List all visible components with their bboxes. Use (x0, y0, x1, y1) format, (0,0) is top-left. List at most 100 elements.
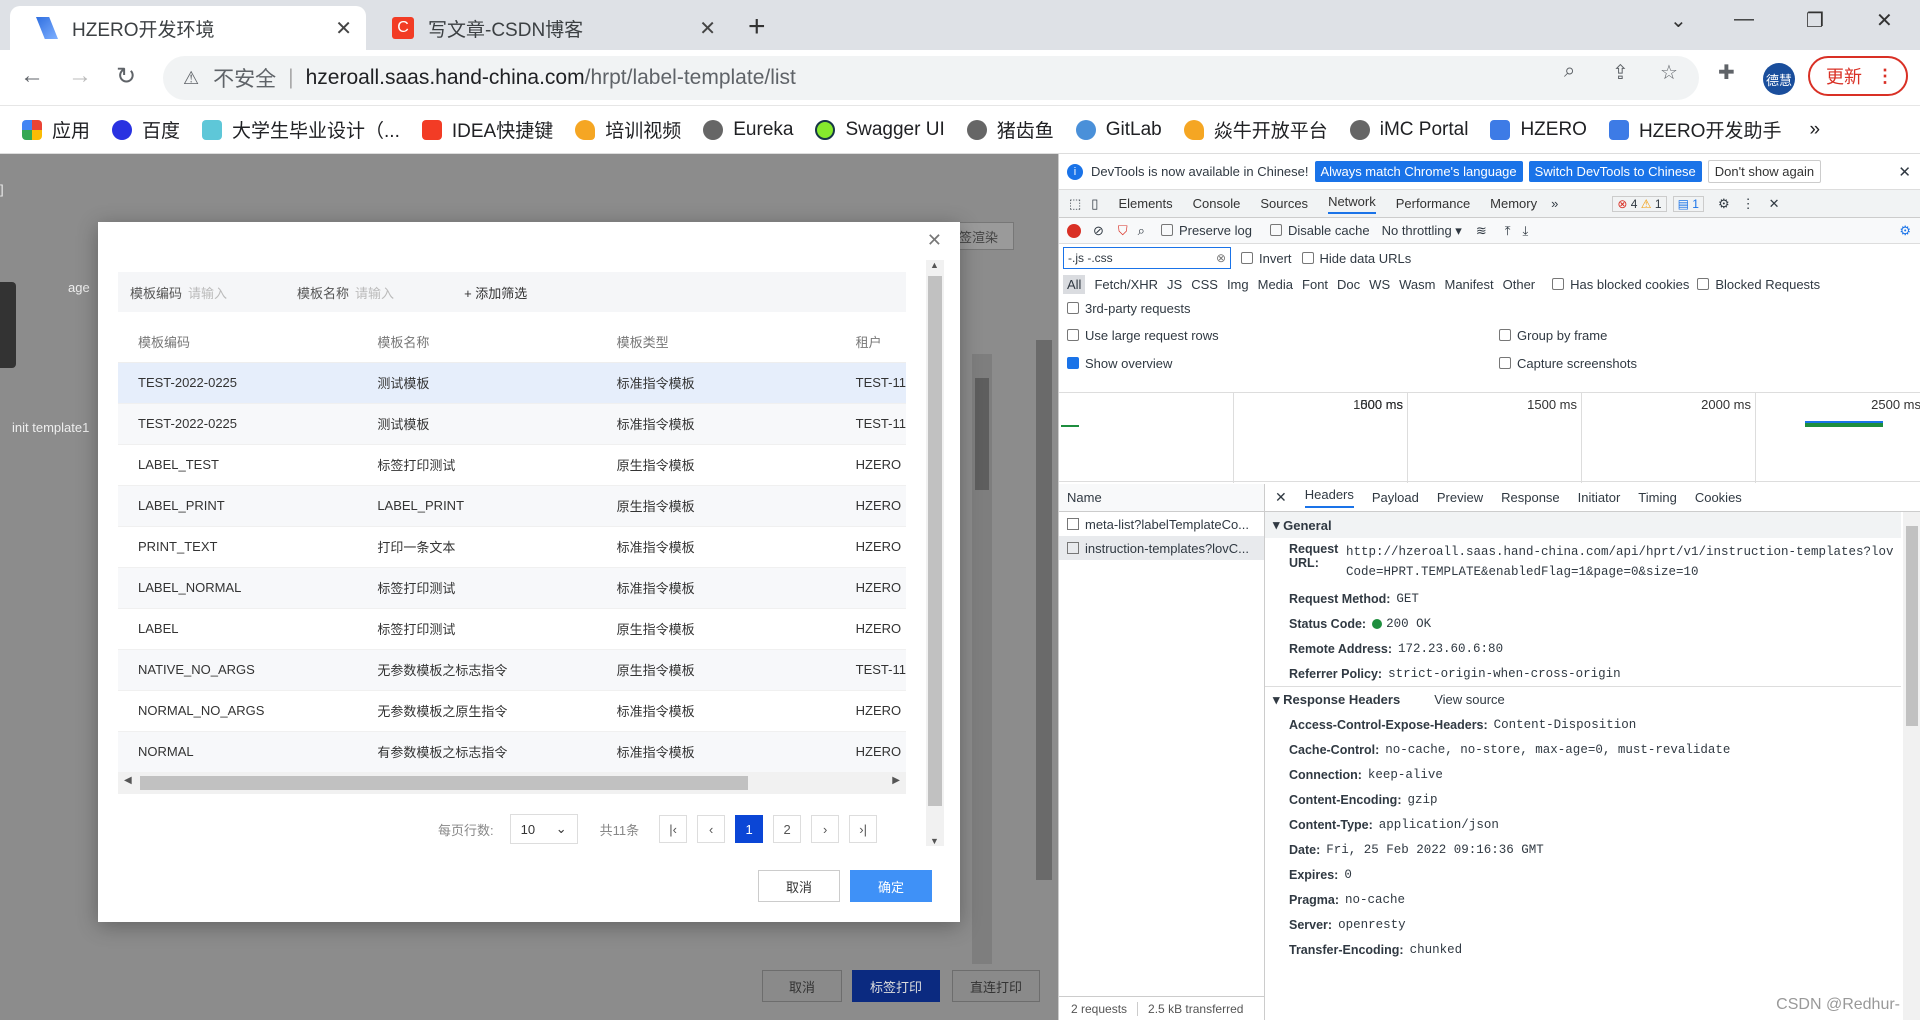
tab-response[interactable]: Response (1501, 490, 1560, 505)
tab-network[interactable]: Network (1328, 194, 1376, 214)
issues-counter[interactable]: ⊗ 4 ⚠ 1 (1612, 195, 1667, 212)
close-window-icon[interactable]: ✕ (1876, 8, 1893, 33)
type-filter-ws[interactable]: WS (1369, 277, 1390, 292)
share-icon[interactable]: ⇪ (1612, 60, 1629, 85)
type-filter-font[interactable]: Font (1302, 277, 1328, 292)
type-filter-manifest[interactable]: Manifest (1444, 277, 1493, 292)
request-row[interactable]: meta-list?labelTemplateCo... (1059, 512, 1264, 536)
type-filter-other[interactable]: Other (1503, 277, 1536, 292)
table-row[interactable]: LABEL 标签打印测试 原生指令模板 HZERO (118, 608, 906, 650)
type-filter-img[interactable]: Img (1227, 277, 1249, 292)
disable-cache-checkbox[interactable]: Disable cache (1269, 223, 1370, 238)
outer-scrollbar[interactable] (1036, 340, 1052, 880)
bookmark-eureka[interactable]: Eureka (703, 119, 793, 141)
bookmark-choerodon[interactable]: 猪齿鱼 (966, 116, 1054, 143)
label-print-button[interactable]: 标签打印 (852, 970, 940, 1002)
bookmark-hzero-helper[interactable]: HZERO开发助手 (1608, 116, 1781, 143)
capture-screenshots-checkbox[interactable]: Capture screenshots (1499, 356, 1637, 371)
scroll-down-icon[interactable]: ▼ (930, 836, 939, 846)
tab-hzero[interactable]: HZERO开发环境 ✕ (10, 6, 366, 50)
bookmark-apps[interactable]: 应用 (22, 116, 90, 143)
general-section-header[interactable]: ▾ General (1265, 512, 1901, 538)
switch-chinese-button[interactable]: Switch DevTools to Chinese (1528, 161, 1702, 182)
network-filter-input[interactable]: -.js -.css ⊗ (1063, 247, 1231, 269)
bookmark-imc[interactable]: iMC Portal (1349, 119, 1468, 141)
update-button[interactable]: 更新 ⋮ (1808, 56, 1908, 96)
tab-payload[interactable]: Payload (1372, 490, 1419, 505)
clear-filter-icon[interactable]: ⊗ (1216, 251, 1226, 265)
page-1-button[interactable]: 1 (735, 815, 764, 843)
type-filter-wasm[interactable]: Wasm (1399, 277, 1435, 292)
modal-v-scrollbar[interactable]: ▲ ▼ (926, 260, 944, 846)
record-icon[interactable] (1067, 223, 1081, 238)
blocked-cookies-checkbox[interactable]: Has blocked cookies (1552, 277, 1689, 292)
table-row[interactable]: PRINT_TEXT 打印一条文本 标准指令模板 HZERO (118, 526, 906, 568)
match-language-button[interactable]: Always match Chrome's language (1314, 161, 1523, 182)
kebab-menu-icon[interactable]: ⋮ (1742, 196, 1755, 212)
type-filter-css[interactable]: CSS (1191, 277, 1218, 292)
bookmark-hzero[interactable]: HZERO (1490, 119, 1587, 141)
tab-csdn[interactable]: C 写文章-CSDN博客 ✕ (366, 6, 730, 50)
view-source-link[interactable]: View source (1434, 692, 1505, 707)
v-scrollbar-thumb[interactable] (928, 276, 942, 806)
profile-avatar[interactable]: 德慧 (1763, 63, 1795, 95)
hide-data-urls-checkbox[interactable]: Hide data URLs (1301, 251, 1411, 266)
page-cancel-button[interactable]: 取消 (762, 970, 842, 1002)
close-tab-icon[interactable]: ✕ (699, 16, 716, 41)
bookmark-swagger[interactable]: Swagger UI (815, 119, 945, 141)
group-frame-checkbox[interactable]: Group by frame (1499, 328, 1607, 343)
name-column-header[interactable]: Name (1059, 484, 1264, 512)
close-devtools-icon[interactable]: ✕ (1769, 196, 1780, 212)
inspect-icon[interactable]: ⬚ (1069, 196, 1081, 212)
type-filter-doc[interactable]: Doc (1337, 277, 1360, 292)
network-overview[interactable]: 500 ms 500 ms 1000 ms 1500 ms 2000 ms 25… (1059, 392, 1920, 483)
close-modal-icon[interactable]: ✕ (927, 230, 942, 251)
scroll-left-icon[interactable]: ◀ (124, 775, 132, 786)
scroll-right-icon[interactable]: ▶ (892, 775, 900, 786)
invert-checkbox[interactable]: Invert (1241, 251, 1292, 266)
type-filter-all[interactable]: All (1063, 274, 1086, 294)
close-details-icon[interactable]: ✕ (1275, 489, 1287, 506)
reload-icon[interactable]: ↻ (116, 62, 136, 91)
first-page-icon[interactable]: |‹ (659, 815, 688, 843)
more-tabs-icon[interactable]: » (1551, 196, 1558, 211)
table-row[interactable]: TEST-2022-0225 测试模板 标准指令模板 TEST-11 (118, 403, 906, 445)
third-party-checkbox[interactable]: 3rd-party requests (1059, 296, 1920, 320)
page-scrollbar[interactable] (972, 354, 992, 964)
dont-show-button[interactable]: Don't show again (1707, 160, 1822, 183)
bookmark-idea[interactable]: IDEA快捷键 (421, 116, 553, 143)
blocked-requests-checkbox[interactable]: Blocked Requests (1697, 277, 1820, 292)
network-settings-icon[interactable]: ⚙ (1899, 223, 1911, 239)
settings-gear-icon[interactable]: ⚙ (1718, 196, 1730, 212)
tab-sources[interactable]: Sources (1260, 196, 1308, 211)
bookmark-star-icon[interactable]: ☆ (1660, 60, 1678, 85)
search-icon[interactable]: ⌕ (1138, 223, 1145, 239)
show-overview-checkbox[interactable]: Show overview (1067, 356, 1172, 371)
tab-initiator[interactable]: Initiator (1578, 490, 1621, 505)
tab-console[interactable]: Console (1193, 196, 1241, 211)
back-icon[interactable]: ← (20, 62, 44, 90)
zoom-icon[interactable]: ⌕ (1564, 60, 1575, 83)
response-section-header[interactable]: ▾ Response Headers View source (1265, 686, 1901, 712)
request-row-selected[interactable]: instruction-templates?lovC... (1059, 536, 1264, 560)
table-row[interactable]: LABEL_NORMAL 标签打印测试 标准指令模板 HZERO (118, 567, 906, 609)
address-bar[interactable]: ⚠ 不安全 | hzeroall.saas.hand-china.com/hrp… (163, 56, 1699, 100)
table-h-scrollbar[interactable]: ◀ ▶ (118, 772, 906, 794)
bookmark-training[interactable]: 培训视频 (575, 116, 681, 143)
bookmark-graduation[interactable]: 大学生毕业设计（... (202, 116, 400, 143)
modal-ok-button[interactable]: 确定 (850, 870, 932, 902)
tab-preview[interactable]: Preview (1437, 490, 1483, 505)
minimize-icon[interactable]: — (1734, 8, 1754, 31)
close-infobar-icon[interactable]: ✕ (1898, 163, 1911, 181)
next-page-icon[interactable]: › (811, 815, 840, 843)
column-header[interactable]: 模板类型 (596, 322, 836, 363)
details-scrollbar-thumb[interactable] (1906, 526, 1918, 726)
clear-icon[interactable]: ⊘ (1093, 223, 1104, 239)
table-row[interactable]: LABEL_PRINT LABEL_PRINT 原生指令模板 HZERO (118, 485, 906, 527)
more-bookmarks-icon[interactable]: » (1809, 119, 1820, 141)
table-row[interactable]: NORMAL_NO_ARGS 无参数模板之原生指令 标准指令模板 HZERO (118, 690, 906, 732)
preserve-log-checkbox[interactable]: Preserve log (1160, 223, 1252, 238)
column-header[interactable]: 模板名称 (357, 322, 597, 363)
table-row[interactable]: NORMAL 有参数模板之标志指令 标准指令模板 HZERO (118, 731, 906, 773)
filter-icon[interactable]: ⛉ (1118, 223, 1128, 239)
